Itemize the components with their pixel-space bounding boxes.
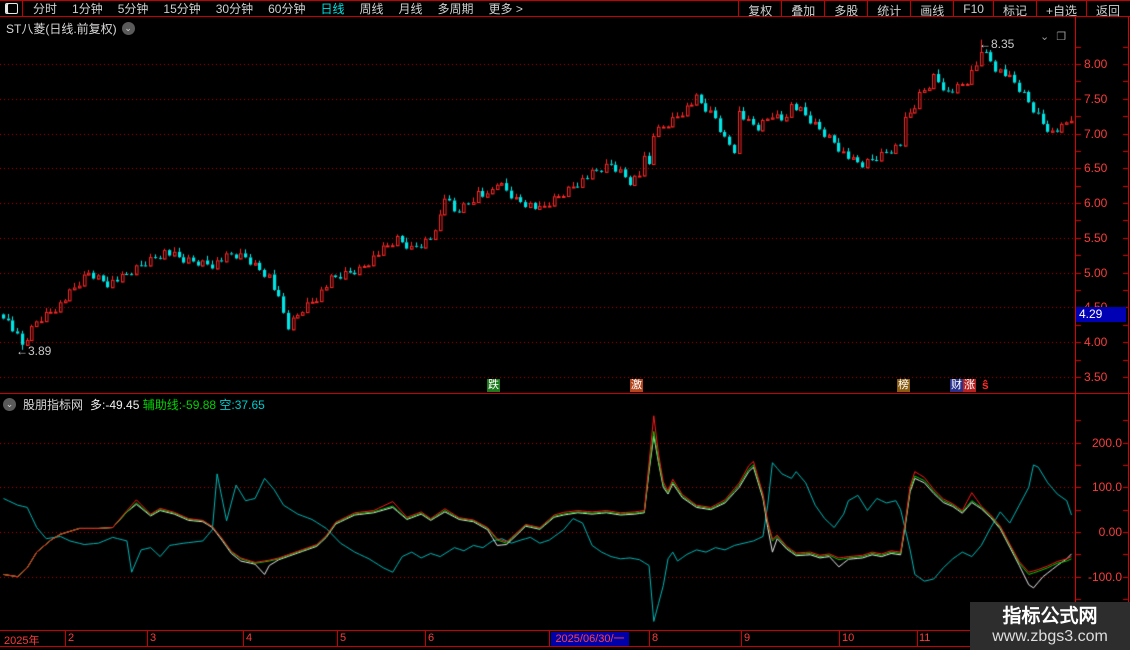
indicator-legend-item: 空:37.65: [219, 398, 265, 412]
right-edge-line: [1128, 0, 1129, 650]
period-tab-5分钟[interactable]: 5分钟: [118, 0, 149, 17]
month-separator: [337, 631, 338, 646]
period-tab-日线[interactable]: 日线: [320, 0, 344, 17]
period-tab-分时[interactable]: 分时: [33, 0, 57, 17]
month-label-4: 4: [246, 632, 253, 644]
price-axis-label: 4.00: [1084, 335, 1108, 350]
month-label-3: 3: [150, 632, 157, 644]
period-tab-15分钟[interactable]: 15分钟: [163, 0, 200, 17]
action-button-F10[interactable]: F10: [953, 1, 993, 16]
action-button-统计[interactable]: 统计: [867, 1, 910, 18]
action-button-+自选[interactable]: +自选: [1035, 1, 1086, 18]
axis-frame-line: [1075, 17, 1076, 648]
event-marker-激: 激: [630, 379, 643, 392]
action-button-返回[interactable]: 返回: [1085, 1, 1129, 18]
indicator-axis-label: 100.0: [1091, 480, 1122, 495]
action-button-标记[interactable]: 标记: [992, 1, 1036, 18]
period-tab-60分钟[interactable]: 60分钟: [268, 0, 305, 17]
indicator-header: ⌄ 股朋指标网 多:-49.45 辅助线:-59.88 空:37.65: [3, 396, 265, 413]
month-separator: [425, 631, 426, 646]
action-button-复权[interactable]: 复权: [738, 1, 781, 18]
toolbar-actions: 复权 叠加 多股 统计 画线 F10 标记 +自选 返回: [738, 1, 1129, 18]
price-axis-label: 6.00: [1084, 196, 1108, 211]
month-separator: [741, 631, 742, 646]
chevron-down-icon[interactable]: ⌄: [121, 22, 135, 35]
event-marker-财: 财: [950, 379, 963, 392]
low-price-annotation: ←3.89: [16, 344, 52, 358]
panel-divider: [0, 393, 1130, 394]
indicator-axis-label: 200.0: [1091, 435, 1122, 450]
watermark-site-name: 指标公式网: [1002, 606, 1098, 627]
indicator-name: 股朋指标网: [23, 398, 84, 412]
price-axis-label: 7.50: [1084, 91, 1108, 106]
chart-title: ST八菱(日线.前复权): [6, 22, 117, 36]
month-separator: [243, 631, 244, 646]
month-separator: [649, 631, 650, 646]
watermark-url: www.zbgs3.com: [992, 628, 1108, 645]
month-separator: [147, 631, 148, 646]
price-axis-label: 5.00: [1084, 265, 1108, 280]
event-marker-跌: 跌: [487, 379, 500, 392]
price-axis-label: 7.00: [1084, 126, 1108, 141]
price-axis-label: 3.50: [1084, 369, 1108, 384]
indicator-axis-label: -100.0: [1087, 569, 1122, 584]
month-separator: [65, 631, 66, 646]
date-axis-bar: 2025年 2025/06/30/一 2 3 4 5 6 8 9 10 11: [0, 630, 1130, 647]
month-label-8: 8: [652, 632, 659, 644]
price-and-indicator-chart[interactable]: [0, 0, 1130, 650]
month-label-5: 5: [340, 632, 347, 644]
chevron-down-icon[interactable]: ⌄: [3, 398, 16, 411]
high-price-annotation: ←8.35: [979, 37, 1015, 51]
month-label-9: 9: [744, 632, 751, 644]
chart-corner-icons: ⌄ ❐: [1040, 30, 1066, 43]
indicator-axis-label: 0.00: [1098, 525, 1122, 539]
indicator-legend-item: 多:-49.45: [90, 398, 143, 412]
indicator-legend-item: 辅助线:-59.88: [142, 398, 220, 412]
price-axis-label: 5.50: [1084, 230, 1108, 245]
action-button-多股[interactable]: 多股: [824, 1, 867, 18]
buy-signal-icon: ŝ: [982, 378, 989, 392]
watermark: 指标公式网 www.zbgs3.com: [970, 602, 1130, 650]
year-label: 2025年: [4, 635, 40, 647]
window-restore-icon[interactable]: ❐: [1056, 30, 1066, 43]
period-tab-月线[interactable]: 月线: [399, 0, 423, 17]
top-toolbar: 分时 1分钟 5分钟 15分钟 30分钟 60分钟 日线 周线 月线 多周期 更多 > 复权 叠加 多股…: [0, 0, 1130, 18]
period-tab-30分钟[interactable]: 30分钟: [216, 0, 253, 17]
action-button-画线[interactable]: 画线: [910, 1, 953, 18]
month-label-6: 6: [428, 632, 435, 644]
month-separator: [839, 631, 840, 646]
period-tabs: 分时 1分钟 5分钟 15分钟 30分钟 60分钟 日线 周线 月线 多周期 更多 >: [33, 0, 523, 17]
cursor-date-tag: 2025/06/30/一: [551, 632, 629, 646]
period-tab-周线[interactable]: 周线: [359, 0, 383, 17]
cursor-price-tag: 4.29: [1076, 307, 1126, 322]
event-marker-涨: 涨: [963, 379, 976, 392]
price-axis-label: 6.50: [1084, 161, 1108, 176]
action-button-叠加[interactable]: 叠加: [781, 1, 824, 18]
chevron-down-icon[interactable]: ⌄: [1040, 30, 1049, 43]
event-marker-榜: 榜: [897, 379, 910, 392]
window-mode-button[interactable]: [0, 1, 23, 16]
price-axis-label: 8.00: [1084, 57, 1108, 71]
month-separator: [549, 631, 550, 646]
period-tab-1分钟[interactable]: 1分钟: [72, 0, 103, 17]
month-label-11: 11: [919, 632, 931, 644]
month-separator: [917, 631, 918, 646]
period-tab-更多 >[interactable]: 更多 >: [489, 0, 523, 17]
month-label-10: 10: [842, 632, 855, 644]
indicator-legend: 多:-49.45 辅助线:-59.88 空:37.65: [90, 396, 265, 413]
month-label-2: 2: [68, 632, 75, 644]
trading-app-window: 分时 1分钟 5分钟 15分钟 30分钟 60分钟 日线 周线 月线 多周期 更多 > 复权 叠加 多股…: [0, 0, 1130, 650]
chart-header: ST八菱(日线.前复权) ⌄: [6, 20, 135, 37]
window-icon: [4, 3, 18, 14]
period-tab-多周期[interactable]: 多周期: [438, 0, 474, 17]
